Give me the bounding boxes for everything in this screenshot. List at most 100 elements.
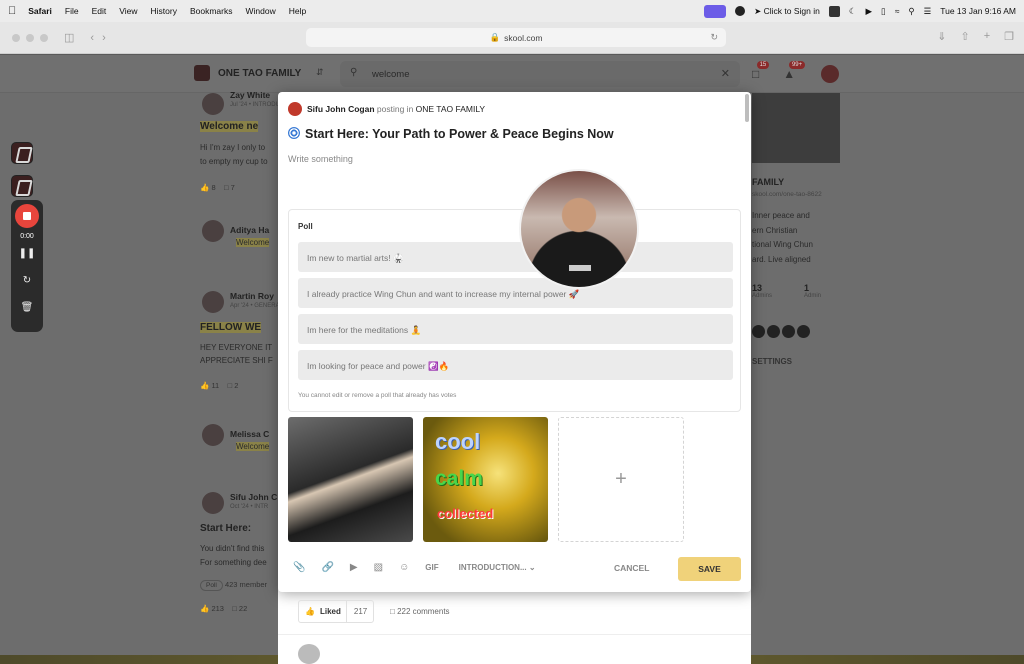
like-button[interactable]: 👍 Liked 217 xyxy=(298,600,374,623)
poll-option-3[interactable]: Im here for the meditations 🧘 xyxy=(298,314,733,344)
comments-link[interactable]: □ 222 comments xyxy=(390,607,450,616)
new-tab-icon[interactable]: + xyxy=(984,30,990,43)
thumbs-up-icon: 👍 xyxy=(305,607,315,616)
user-avatar[interactable] xyxy=(821,65,840,83)
poll-icon[interactable]: ▧ xyxy=(374,562,383,573)
post-body-line: You didn't find this xyxy=(200,544,265,553)
forward-icon[interactable]: › xyxy=(102,32,106,44)
member-avatars[interactable] xyxy=(752,325,810,338)
share-icon[interactable]: ⇧ xyxy=(960,30,969,43)
cancel-button[interactable]: CANCEL xyxy=(614,563,649,573)
search-input[interactable]: ⚲ welcome ✕ xyxy=(340,61,740,87)
click-to-sign-in[interactable]: ➤ Click to Sign in xyxy=(754,6,820,17)
app-dock-icon[interactable] xyxy=(11,142,33,164)
chat-icon[interactable]: □ 15 xyxy=(752,61,770,81)
webcam-overlay[interactable] xyxy=(519,169,639,289)
post-body-field[interactable]: Write something xyxy=(288,154,353,164)
pause-icon[interactable]: ❚❚ xyxy=(11,248,43,259)
welcome-text: Welcome xyxy=(236,442,270,451)
video-icon[interactable]: ▶ xyxy=(350,562,358,573)
group-name[interactable]: ONE TAO FAMILY xyxy=(218,68,301,79)
post-reactions: 👍 8 □ 7 xyxy=(200,183,235,192)
moon-icon[interactable]: ☾ xyxy=(849,6,857,17)
image-text-collected: collected xyxy=(437,506,494,521)
status-circle-icon[interactable] xyxy=(735,6,746,16)
composer-toolbar: 📎 🔗 ▶ ▧ ☺ GIF INTRODUCTION... ⌄ xyxy=(293,562,536,573)
battery-icon[interactable]: ▯ xyxy=(881,6,886,17)
address-bar[interactable]: 🔒 skool.com ↻ xyxy=(306,28,726,47)
menu-help[interactable]: Help xyxy=(289,6,306,16)
screen-recorder-status-icon[interactable] xyxy=(704,4,727,18)
reload-icon[interactable]: ↻ xyxy=(710,32,718,43)
stat-label: Admins xyxy=(752,293,773,299)
post-title-text: FELLOW WE xyxy=(200,322,262,333)
like-count: 217 xyxy=(345,601,374,622)
app-status-icon[interactable] xyxy=(828,5,840,17)
post-title-field[interactable]: Start Here: Your Path to Power & Peace B… xyxy=(288,127,614,141)
menu-view[interactable]: View xyxy=(119,6,137,16)
post-reactions: 👍 213 □ 22 xyxy=(200,604,248,613)
comment-icon: □ xyxy=(390,607,395,616)
play-circle-icon[interactable]: ▶ xyxy=(865,6,872,17)
click-to-sign-in-label: Click to Sign in xyxy=(763,5,820,16)
posting-in-text: posting in xyxy=(376,104,414,114)
apple-menu-icon[interactable]:  xyxy=(8,5,16,17)
post-title-text: Start Here: Your Path to Power & Peace B… xyxy=(305,127,614,141)
restart-icon[interactable]: ↻ xyxy=(11,275,43,286)
menu-history[interactable]: History xyxy=(151,6,177,16)
stop-recording-button[interactable] xyxy=(15,204,39,228)
menu-file[interactable]: File xyxy=(65,6,79,16)
post-body-line: to empty my cup to xyxy=(200,157,268,166)
close-window-button[interactable] xyxy=(12,33,20,42)
category-select[interactable]: INTRODUCTION... ⌄ xyxy=(459,563,536,572)
menu-app-safari[interactable]: Safari xyxy=(28,6,52,16)
settings-button[interactable]: SETTINGS xyxy=(752,357,792,366)
feed: Zay White Jul '24 • INTRODUCTION Welcome… xyxy=(188,90,299,664)
attachment-icon[interactable]: 📎 xyxy=(293,562,305,573)
group-switcher-icon[interactable]: ⇵ xyxy=(316,67,324,78)
group-logo[interactable] xyxy=(194,65,210,81)
poll-option-2[interactable]: I already practice Wing Chun and want to… xyxy=(298,278,733,308)
attached-image-cool-calm-collected[interactable]: cool calm collected xyxy=(423,417,548,542)
author-avatar xyxy=(288,102,302,116)
tab-overview-icon[interactable]: ❐ xyxy=(1004,30,1014,43)
menu-window[interactable]: Window xyxy=(245,6,275,16)
spotlight-search-icon[interactable]: ⚲ xyxy=(908,6,914,17)
sidebar-toggle-icon[interactable]: ◫ xyxy=(64,31,74,44)
post-reactions: 👍 11 □ 2 xyxy=(200,381,239,390)
app-dock-icon[interactable] xyxy=(11,175,33,197)
zoom-window-button[interactable] xyxy=(40,33,48,42)
add-image-button[interactable]: + xyxy=(558,417,684,542)
poll-label: Poll xyxy=(298,222,313,231)
back-icon[interactable]: ‹ xyxy=(90,32,94,44)
poll-info: Poll 423 member xyxy=(200,580,267,591)
downloads-icon[interactable]: ⇓ xyxy=(937,30,946,43)
gif-button[interactable]: GIF xyxy=(425,563,438,572)
group-cover-image xyxy=(752,93,840,163)
control-center-icon[interactable]: ☰ xyxy=(924,6,932,17)
image-text-calm: calm xyxy=(435,467,483,490)
menu-bookmarks[interactable]: Bookmarks xyxy=(190,6,233,16)
attached-image-martial-artist[interactable] xyxy=(288,417,413,542)
menu-edit[interactable]: Edit xyxy=(92,6,107,16)
emoji-icon[interactable]: ☺ xyxy=(399,562,409,573)
minimize-window-button[interactable] xyxy=(26,33,34,42)
avatar xyxy=(298,644,320,664)
modal-scrollbar[interactable] xyxy=(745,94,749,122)
clear-search-icon[interactable]: ✕ xyxy=(721,67,730,80)
avatar xyxy=(202,492,224,514)
wifi-icon[interactable]: ≈ xyxy=(895,6,900,16)
group-url: skool.com/one-tao-8622 xyxy=(752,191,822,198)
lock-icon: 🔒 xyxy=(489,32,501,42)
delete-icon[interactable]: 🗑 xyxy=(11,302,43,313)
link-icon[interactable]: 🔗 xyxy=(321,562,333,573)
like-count: 213 xyxy=(211,604,224,613)
poll-option-1[interactable]: Im new to martial arts! 🥋 xyxy=(298,242,733,272)
notifications-icon[interactable]: ▲ 99+ xyxy=(783,61,806,81)
avatar xyxy=(202,220,224,242)
poll-option-4[interactable]: Im looking for peace and power ☯️🔥 xyxy=(298,350,733,380)
menu-datetime[interactable]: Tue 13 Jan 9:16 AM xyxy=(940,6,1016,16)
safari-toolbar: ◫ ‹ › 🔒 skool.com ↻ ⇓ ⇧ + ❐ xyxy=(0,22,1024,54)
poll-tag: Poll xyxy=(200,580,223,591)
save-button[interactable]: SAVE xyxy=(678,557,741,581)
